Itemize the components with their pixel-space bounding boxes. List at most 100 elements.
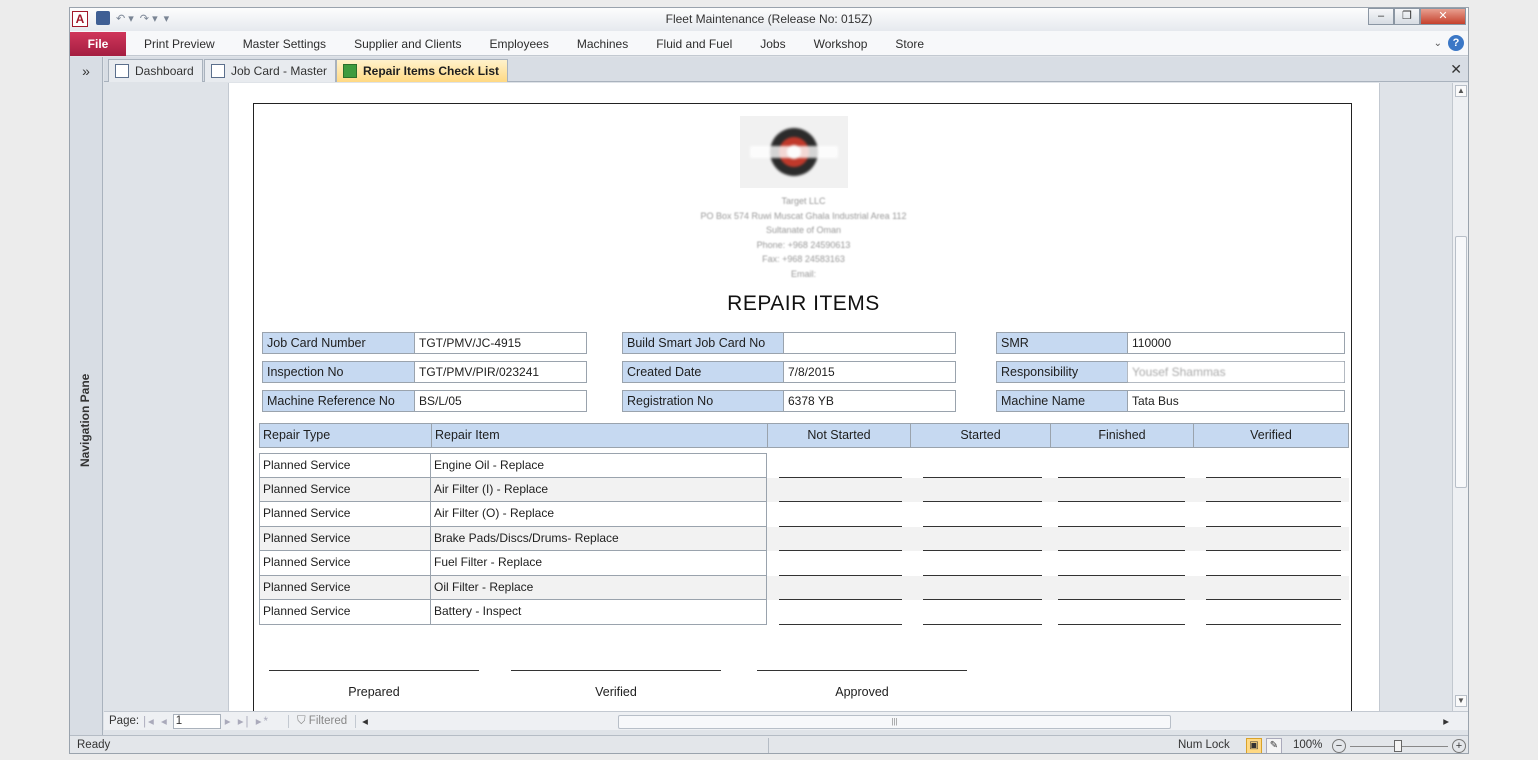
field-responsibility: Responsibility Yousef Shammas <box>996 361 1345 383</box>
menu-store[interactable]: Store <box>881 37 938 51</box>
num-lock-indicator: Num Lock <box>1178 739 1230 751</box>
not-started-check-line <box>779 551 902 576</box>
vertical-scrollbar[interactable]: ▲ ▼ <box>1452 83 1468 711</box>
record-navigation: Page: |◂ ◂ 1 ▸ ▸| ▸* ⛉ Filtered ◂ ||| ▸ <box>104 711 1468 730</box>
column-header-repair-item: Repair Item <box>432 424 768 447</box>
zoom-slider[interactable]: − + <box>1332 738 1466 753</box>
ribbon-menu-list: Print Preview Master Settings Supplier and… <box>130 31 938 56</box>
minimize-ribbon-icon[interactable]: ⌄ <box>1434 38 1442 49</box>
view-switcher: ▣ ✎ <box>1246 738 1282 753</box>
verified-check-line <box>1206 478 1341 502</box>
repair-type-cell: Planned Service <box>259 526 431 551</box>
menu-workshop[interactable]: Workshop <box>800 37 882 51</box>
navigation-pane-label: Navigation Pane <box>78 373 92 467</box>
report-preview[interactable]: Target LLC PO Box 574 Ruwi Muscat Ghala … <box>104 83 1452 711</box>
table-row: Planned Service Oil Filter - Replace <box>259 575 1349 600</box>
navigation-pane[interactable]: » Navigation Pane <box>70 57 103 735</box>
scroll-left-icon[interactable]: ◂ <box>362 714 368 728</box>
tab-repair-items-check-list[interactable]: Repair Items Check List <box>336 59 509 82</box>
finished-check-line <box>1058 478 1185 502</box>
next-last-page-icon[interactable]: ▸ ▸| ▸* <box>225 714 270 728</box>
first-prev-page-icon[interactable]: |◂ ◂ <box>143 714 169 728</box>
verified-check-line <box>1206 453 1341 478</box>
not-started-check-line <box>779 453 902 478</box>
zoom-in-icon[interactable]: + <box>1452 739 1466 753</box>
vertical-scroll-thumb[interactable] <box>1455 236 1467 488</box>
close-tab-icon[interactable]: ✕ <box>1450 61 1462 78</box>
prepared-label: Prepared <box>348 685 400 699</box>
table-row: Planned Service Air Filter (I) - Replace <box>259 477 1349 502</box>
print-preview-view-icon[interactable]: ▣ <box>1246 738 1262 753</box>
tab-dashboard[interactable]: Dashboard <box>108 59 203 82</box>
menu-print-preview[interactable]: Print Preview <box>130 37 229 51</box>
page-number-input[interactable]: 1 <box>172 713 221 729</box>
design-view-icon[interactable]: ✎ <box>1266 738 1282 753</box>
repair-type-cell: Planned Service <box>259 502 431 527</box>
horizontal-scroll-thumb[interactable]: ||| <box>617 714 1171 729</box>
report-title: REPAIR ITEMS <box>727 292 880 315</box>
field-build-smart-job-card-no: Build Smart Job Card No <box>622 332 956 354</box>
started-check-line <box>923 576 1042 600</box>
verified-check-line <box>1206 576 1341 600</box>
finished-check-line <box>1058 527 1185 551</box>
ribbon-tabs: File Print Preview Master Settings Supplie… <box>70 31 1468 56</box>
finished-check-line <box>1058 576 1185 600</box>
page-label: Page: <box>109 715 140 727</box>
window-title: Fleet Maintenance (Release No: 015Z) <box>665 12 873 26</box>
column-header-repair-type: Repair Type <box>260 424 432 447</box>
access-window: A ↶ ▾ ↷ ▾ ▾ Fleet Maintenance (Release N… <box>69 7 1469 754</box>
verified-check-line <box>1206 502 1341 527</box>
restore-button[interactable]: ❐ <box>1394 8 1420 25</box>
form-icon <box>211 64 225 78</box>
field-job-card-number: Job Card Number TGT/PMV/JC-4915 <box>262 332 587 354</box>
repair-item-cell: Oil Filter - Replace <box>431 575 767 600</box>
menu-master-settings[interactable]: Master Settings <box>229 37 340 51</box>
repair-item-cell: Air Filter (I) - Replace <box>431 477 767 502</box>
table-row: Planned Service Air Filter (O) - Replace <box>259 502 1349 527</box>
scroll-right-icon[interactable]: ▸ <box>1443 714 1449 728</box>
prepared-signature-line <box>269 670 479 671</box>
menu-machines[interactable]: Machines <box>563 37 642 51</box>
repair-type-cell: Planned Service <box>259 575 431 600</box>
started-check-line <box>923 527 1042 551</box>
scroll-down-icon[interactable]: ▼ <box>1455 695 1467 707</box>
help-icon[interactable]: ? <box>1448 35 1464 51</box>
company-logo <box>740 116 848 188</box>
tab-job-card-master[interactable]: Job Card - Master <box>204 59 337 82</box>
verified-check-line <box>1206 600 1341 625</box>
not-started-check-line <box>779 478 902 502</box>
repair-type-cell: Planned Service <box>259 551 431 576</box>
repair-type-cell: Planned Service <box>259 453 431 478</box>
repair-item-cell: Brake Pads/Discs/Drums- Replace <box>431 526 767 551</box>
verified-signature-line <box>511 670 721 671</box>
filter-indicator[interactable]: ⛉ Filtered <box>287 714 357 728</box>
table-row: Planned Service Engine Oil - Replace <box>259 453 1349 478</box>
repair-type-cell: Planned Service <box>259 600 431 625</box>
scroll-up-icon[interactable]: ▲ <box>1455 85 1467 97</box>
approved-label: Approved <box>835 685 889 699</box>
finished-check-line <box>1058 551 1185 576</box>
menu-supplier-and-clients[interactable]: Supplier and Clients <box>340 37 475 51</box>
minimize-button[interactable]: – <box>1368 8 1394 25</box>
field-machine-reference-no: Machine Reference No BS/L/05 <box>262 390 587 412</box>
menu-fluid-and-fuel[interactable]: Fluid and Fuel <box>642 37 746 51</box>
field-machine-name: Machine Name Tata Bus <box>996 390 1345 412</box>
expand-nav-icon[interactable]: » <box>70 63 102 79</box>
field-created-date: Created Date 7/8/2015 <box>622 361 956 383</box>
finished-check-line <box>1058 502 1185 527</box>
report-icon <box>115 64 129 78</box>
field-inspection-no: Inspection No TGT/PMV/PIR/023241 <box>262 361 587 383</box>
started-check-line <box>923 551 1042 576</box>
report-frame: Target LLC PO Box 574 Ruwi Muscat Ghala … <box>253 103 1352 711</box>
menu-jobs[interactable]: Jobs <box>746 37 799 51</box>
not-started-check-line <box>779 502 902 527</box>
started-check-line <box>923 478 1042 502</box>
file-tab[interactable]: File <box>70 32 126 56</box>
menu-employees[interactable]: Employees <box>475 37 562 51</box>
status-ready: Ready <box>77 739 111 751</box>
zoom-slider-thumb[interactable] <box>1394 740 1402 752</box>
close-button[interactable]: ✕ <box>1420 8 1466 25</box>
zoom-out-icon[interactable]: − <box>1332 739 1346 753</box>
horizontal-scrollbar[interactable]: ||| <box>378 714 1443 729</box>
column-header-not-started: Not Started <box>768 424 911 447</box>
